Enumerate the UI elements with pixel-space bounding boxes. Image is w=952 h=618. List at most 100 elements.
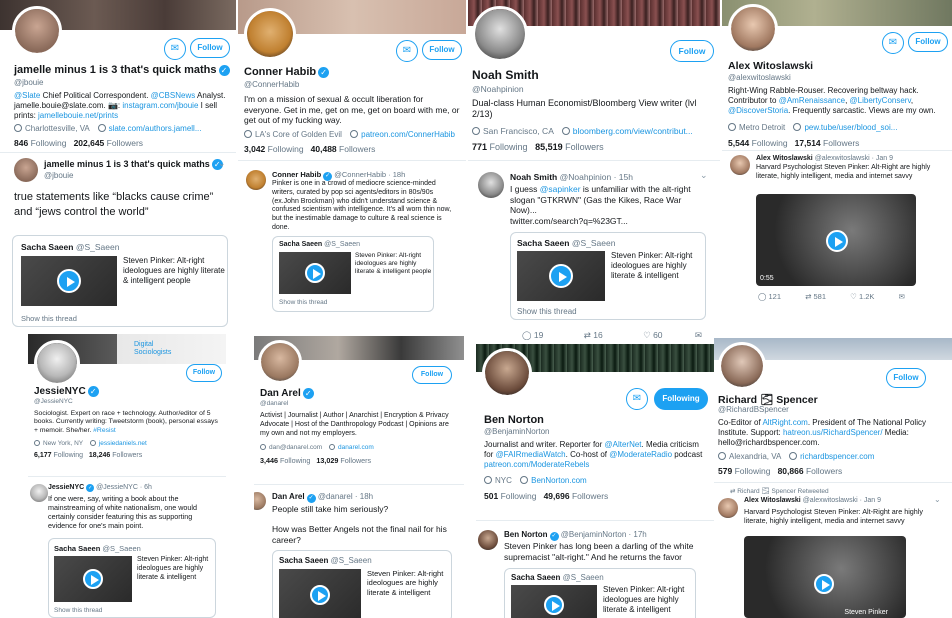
play-icon[interactable]	[814, 574, 834, 594]
video-thumbnail[interactable]	[54, 556, 132, 602]
message-button[interactable]: ✉	[164, 38, 186, 60]
message-button[interactable]: ✉	[882, 32, 904, 54]
show-thread-link[interactable]: Show this thread	[279, 299, 327, 306]
mail-icon[interactable]: ✉	[695, 330, 702, 340]
quoted-tweet-card[interactable]: Sacha Saeen @S_Saeen Steven Pinker: Alt-…	[272, 550, 452, 618]
avatar[interactable]	[34, 340, 80, 386]
avatar[interactable]	[472, 6, 528, 62]
play-icon[interactable]	[57, 269, 81, 293]
video-thumbnail[interactable]	[279, 569, 361, 618]
profile-url[interactable]: bloomberg.com/view/contribut...	[573, 126, 693, 136]
bio-link-patreon[interactable]: patreon.com/ModerateRebels	[484, 460, 589, 469]
play-icon[interactable]	[826, 230, 848, 252]
bio-link-fairmediawatch[interactable]: @FAIRmediaWatch	[496, 450, 566, 459]
tweet-link[interactable]: twitter.com/search?q=%23GT...	[510, 216, 628, 227]
video-player[interactable]: Steven Pinker	[744, 536, 906, 618]
show-thread-link[interactable]: Show this thread	[517, 307, 577, 316]
reply-icon[interactable]: ◯	[758, 292, 766, 301]
bio-hashtag-resist[interactable]: #Resist	[93, 427, 116, 434]
play-icon[interactable]	[549, 264, 573, 288]
bio-link-hatreon[interactable]: hatreon.us/RichardSpencer/	[783, 428, 883, 437]
following-count[interactable]: 3,042	[244, 144, 265, 154]
quoted-tweet-card[interactable]: Sacha Saeen @S_Saeen Steven Pinker: Alt-…	[12, 235, 228, 327]
bio-link-discoverstoria[interactable]: @DiscoverStoria	[728, 106, 788, 115]
tweet-author[interactable]: Alex Witoslawski	[744, 497, 801, 504]
tweet-avatar[interactable]	[246, 170, 266, 190]
followers-count[interactable]: 18,246	[89, 452, 110, 459]
following-count[interactable]: 579	[718, 466, 732, 476]
follow-button[interactable]: Follow	[412, 366, 452, 384]
bio-link-moderateradio[interactable]: @ModerateRadio	[609, 450, 672, 459]
avatar[interactable]	[244, 8, 296, 60]
tweet-avatar[interactable]	[478, 172, 504, 198]
tweet-avatar[interactable]	[254, 492, 266, 510]
follow-button[interactable]: Follow	[422, 40, 462, 60]
mail-icon[interactable]: ✉	[898, 292, 904, 301]
bio-link-alternet[interactable]: @AlterNet	[605, 440, 642, 449]
follow-button[interactable]: Follow	[886, 368, 926, 388]
profile-url[interactable]: danarel.com	[338, 444, 374, 451]
video-thumbnail[interactable]	[279, 252, 351, 294]
bio-link-amrenaissance[interactable]: @AmRenaissance	[779, 96, 845, 105]
following-count[interactable]: 6,177	[34, 452, 52, 459]
tweet-author[interactable]: Noah Smith	[510, 172, 557, 182]
profile-url[interactable]: jessiedaniels.net	[99, 440, 147, 447]
play-icon[interactable]	[83, 569, 103, 589]
profile-url[interactable]: BenNorton.com	[531, 476, 587, 485]
bio-link-prints[interactable]: jamellebouie.net/prints	[38, 111, 118, 120]
video-thumbnail[interactable]	[517, 251, 605, 301]
play-icon[interactable]	[544, 595, 564, 615]
chevron-down-icon[interactable]: ⌄	[934, 495, 941, 504]
followers-count[interactable]: 85,519	[535, 142, 563, 152]
video-thumbnail[interactable]	[511, 585, 597, 618]
tweet-avatar[interactable]	[730, 155, 750, 175]
follow-button[interactable]: Follow	[908, 32, 948, 52]
avatar[interactable]	[718, 342, 766, 390]
like-icon[interactable]: ♡	[643, 330, 651, 340]
followers-count[interactable]: 17,514	[795, 138, 821, 148]
retweet-icon[interactable]: ⇄	[805, 292, 811, 301]
avatar[interactable]	[728, 4, 778, 54]
avatar[interactable]	[12, 6, 62, 56]
play-icon[interactable]	[305, 263, 325, 283]
follow-button[interactable]: Follow	[190, 38, 230, 58]
play-icon[interactable]	[310, 585, 330, 605]
reply-icon[interactable]: ◯	[522, 330, 532, 340]
retweet-icon[interactable]: ⇄	[584, 330, 591, 340]
bio-link-slate[interactable]: @Slate	[14, 91, 40, 100]
following-button[interactable]: Following	[654, 388, 708, 410]
profile-url[interactable]: slate.com/authors.jamell...	[109, 124, 202, 133]
followers-count[interactable]: 202,645	[74, 138, 105, 148]
quoted-tweet-card[interactable]: Sacha Saeen @S_Saeen Steven Pinker: Alt-…	[48, 538, 216, 618]
quoted-tweet-card[interactable]: Sacha Saeen @S_Saeen Steven Pinker: Alt-…	[504, 568, 696, 618]
avatar[interactable]	[258, 340, 302, 384]
profile-url[interactable]: richardbspencer.com	[800, 452, 874, 461]
followers-count[interactable]: 80,866	[778, 466, 804, 476]
show-thread-link[interactable]: Show this thread	[21, 314, 77, 323]
profile-url[interactable]: patreon.com/ConnerHabib	[361, 130, 455, 139]
bio-link-cbsnews[interactable]: @CBSNews	[151, 91, 196, 100]
chevron-down-icon[interactable]: ⌄	[700, 170, 708, 181]
followers-count[interactable]: 13,029	[316, 456, 338, 465]
chevron-down-icon[interactable]: ⌄	[218, 158, 226, 169]
tweet-author[interactable]: jamelle minus 1 is 3 that's quick maths	[44, 159, 210, 169]
bio-link-libertyconserv[interactable]: @LibertyConserv	[850, 96, 911, 105]
avatar[interactable]	[482, 348, 532, 398]
tweet-avatar[interactable]	[30, 484, 48, 502]
mention-sapinker[interactable]: @sapinker	[540, 184, 581, 194]
followers-count[interactable]: 49,696	[544, 491, 570, 501]
quoted-tweet-card[interactable]: Sacha Saeen @S_Saeen Steven Pinker: Alt-…	[272, 236, 434, 312]
follow-button[interactable]: Follow	[186, 364, 222, 382]
video-player[interactable]: 0:55	[756, 194, 916, 286]
video-thumbnail[interactable]	[21, 256, 117, 306]
message-button[interactable]: ✉	[396, 40, 418, 62]
profile-url[interactable]: pew.tube/user/blood_soi...	[804, 123, 897, 132]
bio-link-instagram[interactable]: instagram.com/jbouie	[122, 101, 198, 110]
following-count[interactable]: 771	[472, 142, 487, 152]
follow-button[interactable]: Follow	[670, 40, 714, 62]
tweet-author[interactable]: JessieNYC	[48, 484, 84, 491]
tweet-author[interactable]: Dan Arel	[272, 492, 305, 501]
following-count[interactable]: 501	[484, 491, 498, 501]
following-count[interactable]: 3,446	[260, 456, 278, 465]
tweet-avatar[interactable]	[718, 498, 738, 518]
